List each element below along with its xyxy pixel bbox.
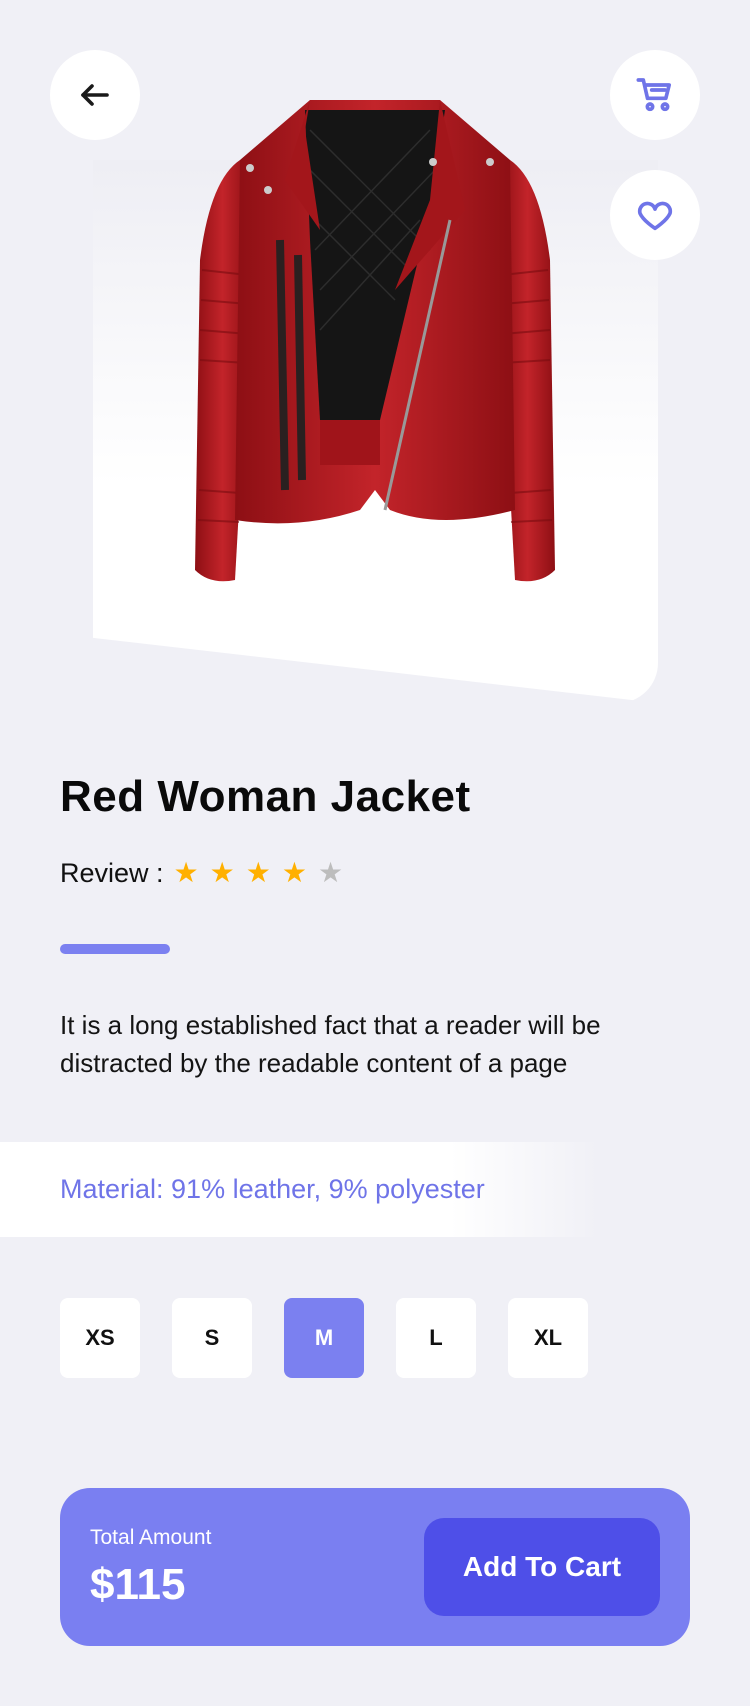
product-image (195, 100, 555, 582)
size-option-xs[interactable]: XS (60, 1298, 140, 1378)
total-amount-label: Total Amount (90, 1526, 212, 1549)
add-to-cart-button[interactable]: Add To Cart (424, 1518, 660, 1616)
material-info: Material: 91% leather, 9% polyester (60, 1174, 485, 1204)
star-icon: ★ (209, 857, 235, 888)
cart-icon (636, 78, 671, 112)
back-button[interactable] (50, 50, 140, 140)
accent-divider (60, 944, 170, 954)
favorite-button[interactable] (610, 170, 700, 260)
product-title: Red Woman Jacket (60, 772, 471, 821)
star-icon: ★ (317, 857, 344, 888)
star-icon: ★ (281, 857, 307, 888)
rating-stars: ★ ★ ★ ★ ★ (174, 858, 355, 889)
size-option-l[interactable]: L (396, 1298, 476, 1378)
review-label: Review : (60, 858, 164, 888)
product-detail-screen: Red Woman Jacket Review : ★ ★ ★ ★ ★ It is a … (0, 0, 750, 1706)
total-amount-value: $115 (90, 1560, 186, 1609)
product-description: It is a long established fact that a rea… (60, 1010, 601, 1078)
cart-button[interactable] (610, 50, 700, 140)
size-selector: XS S M L XL (60, 1298, 620, 1378)
arrow-left-icon (81, 84, 109, 106)
star-icon: ★ (245, 857, 271, 888)
size-option-s[interactable]: S (172, 1298, 252, 1378)
heart-icon (637, 201, 673, 231)
size-option-xl[interactable]: XL (508, 1298, 588, 1378)
checkout-bar: Total Amount $115 Add To Cart (60, 1488, 690, 1646)
size-option-m[interactable]: M (284, 1298, 364, 1378)
star-icon: ★ (173, 857, 199, 888)
review-row: Review : ★ ★ ★ ★ ★ (60, 858, 354, 889)
